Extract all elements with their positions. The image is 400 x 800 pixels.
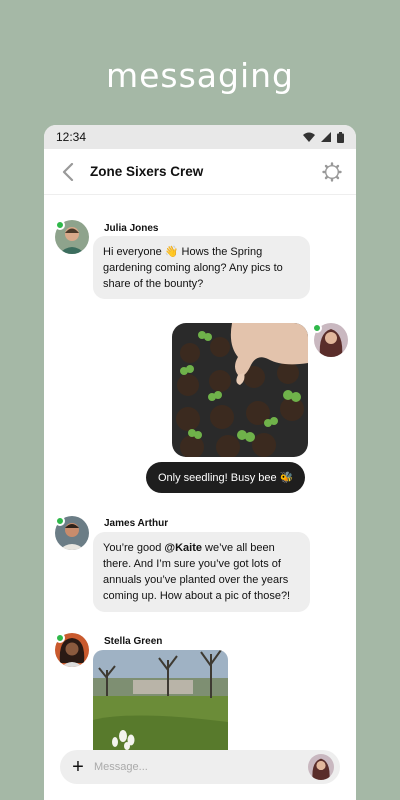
message-bubble: You’re good @Kaite we’ve all been there.… [93,532,310,612]
online-indicator [55,516,65,526]
battery-icon [337,131,344,143]
chevron-left-icon[interactable] [56,160,80,184]
message-composer: + [60,750,340,784]
wifi-icon [303,132,315,142]
sender-name: Stella Green [104,636,163,647]
sender-name: Julia Jones [104,223,159,234]
message-bubble: Only seedling! Busy bee 🐝 [146,462,306,493]
app-bar: Zone Sixers Crew [44,149,356,195]
online-indicator [55,220,65,230]
message-bubble: Hi everyone 👋 Hows the Spring gardening … [93,236,310,299]
chat-area[interactable]: Julia Jones Hi everyone 👋 Hows the Sprin… [44,195,356,800]
phone-frame: 12:34 Zone Sixers Crew Julia Jones Hi ev… [44,125,356,800]
online-indicator [55,633,65,643]
signal-icon [321,132,331,142]
garden-photo[interactable] [93,650,228,750]
status-time: 12:34 [56,130,87,144]
gear-icon[interactable] [320,160,344,184]
avatar-me-composer[interactable] [308,754,334,780]
sender-name: James Arthur [104,518,169,529]
chat-title: Zone Sixers Crew [90,164,204,179]
headline: messaging [105,56,295,95]
message-input[interactable] [88,761,308,773]
online-indicator [312,323,322,333]
seedling-photo[interactable] [172,323,308,457]
status-bar: 12:34 [44,125,356,149]
mention[interactable]: @Kaite [164,542,202,554]
plus-icon[interactable]: + [68,757,88,777]
